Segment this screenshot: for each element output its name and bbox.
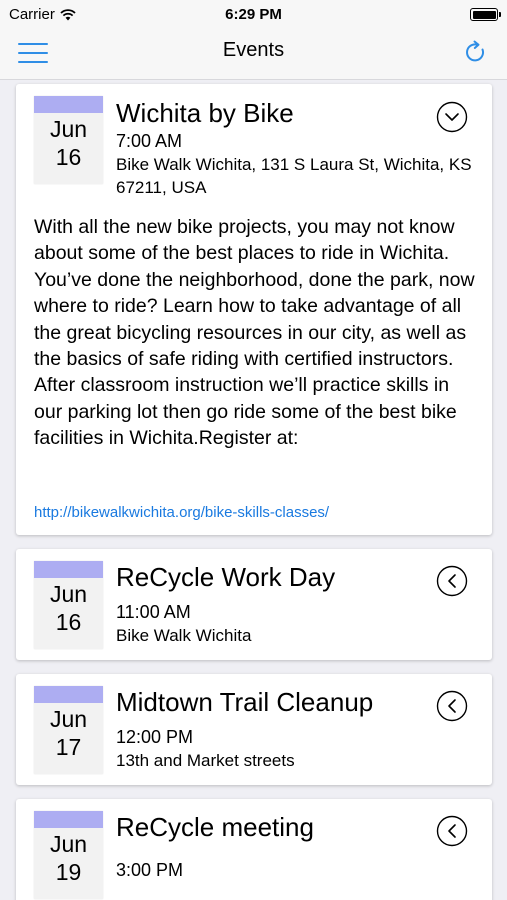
event-month: Jun xyxy=(49,831,88,857)
event-date-badge: Jun 19 xyxy=(34,811,103,899)
event-day: 16 xyxy=(55,144,82,170)
event-time: 12:00 PM xyxy=(116,727,194,747)
event-date-badge: Jun 16 xyxy=(34,96,103,184)
collapse-chevron-icon[interactable] xyxy=(436,101,468,133)
event-day: 17 xyxy=(55,734,82,760)
navigation-bar: Events xyxy=(0,28,507,80)
refresh-icon[interactable] xyxy=(461,38,489,66)
expand-chevron-icon[interactable] xyxy=(436,815,468,847)
events-list: Jun 16 Wichita by Bike 7:00 AM Bike Walk… xyxy=(0,81,507,900)
event-date-badge: Jun 16 xyxy=(34,561,103,649)
event-title: ReCycle Work Day xyxy=(116,562,336,592)
event-month: Jun xyxy=(49,706,88,732)
event-time: 7:00 AM xyxy=(116,131,183,151)
event-register-link[interactable]: http://bikewalkwichita.org/bike-skills-c… xyxy=(34,504,329,521)
event-card-wichita-by-bike[interactable]: Jun 16 Wichita by Bike 7:00 AM Bike Walk… xyxy=(16,84,492,535)
event-day: 16 xyxy=(55,609,82,635)
event-card-recycle-meeting[interactable]: Jun 19 ReCycle meeting 3:00 PM xyxy=(16,799,492,900)
event-month: Jun xyxy=(49,581,88,607)
event-card-recycle-work-day[interactable]: Jun 16 ReCycle Work Day 11:00 AM Bike Wa… xyxy=(16,549,492,660)
event-day: 19 xyxy=(55,859,82,885)
event-title: Wichita by Bike xyxy=(116,98,294,128)
event-time: 11:00 AM xyxy=(116,602,191,622)
page-title: Events xyxy=(222,39,285,61)
status-bar: Carrier 6:29 PM xyxy=(0,0,507,28)
event-description: With all the new bike projects, you may … xyxy=(34,216,475,450)
event-location: 13th and Market streets xyxy=(116,751,295,770)
status-time: 6:29 PM xyxy=(225,6,282,23)
event-location: Bike Walk Wichita, 131 S Laura St, Wichi… xyxy=(116,155,472,197)
expand-chevron-icon[interactable] xyxy=(436,690,468,722)
event-title: Midtown Trail Cleanup xyxy=(116,687,374,717)
event-time: 3:00 PM xyxy=(116,860,184,880)
expand-chevron-icon[interactable] xyxy=(436,565,468,597)
event-date-badge: Jun 17 xyxy=(34,686,103,774)
event-card-midtown-trail-cleanup[interactable]: Jun 17 Midtown Trail Cleanup 12:00 PM 13… xyxy=(16,674,492,785)
event-title: ReCycle meeting xyxy=(116,812,314,842)
battery-icon xyxy=(470,8,501,21)
event-location: Bike Walk Wichita xyxy=(116,626,252,645)
event-month: Jun xyxy=(49,116,88,142)
